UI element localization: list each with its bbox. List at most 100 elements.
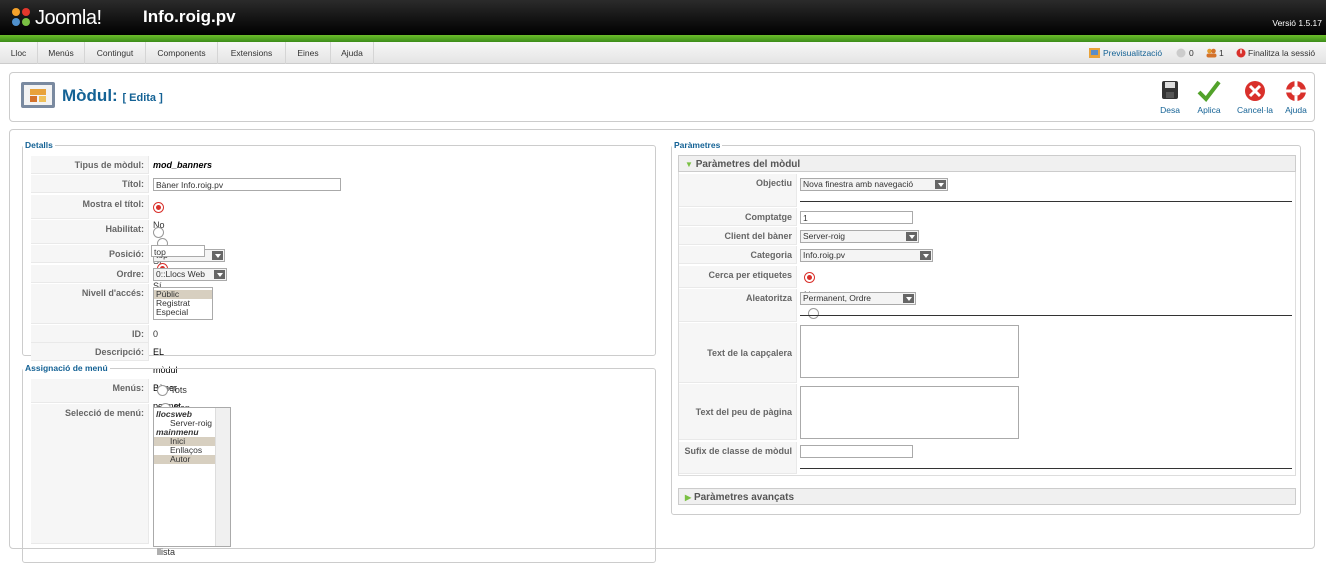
client-label: Client del bàner — [679, 227, 797, 245]
parameters-legend: Paràmetres — [674, 140, 721, 150]
help-lifebuoy-icon — [1286, 81, 1306, 101]
page-subtitle: [ Edita ] — [122, 92, 163, 104]
help-label: Ajuda — [1285, 105, 1307, 115]
target-select-value: Nova finestra amb navegació — [803, 179, 914, 189]
advanced-params-header[interactable]: ▶ Paràmetres avançats — [678, 488, 1296, 505]
menus-all-label: Tots — [170, 385, 187, 395]
random-select[interactable]: Permanent, Ordre — [800, 292, 916, 305]
chevron-down-icon — [935, 180, 946, 189]
header-divider — [0, 35, 1326, 42]
access-listbox[interactable]: Públic Registrat Especial — [153, 287, 213, 320]
page-title-text: Mòdul: — [62, 86, 118, 105]
count-label: Comptatge — [679, 208, 797, 226]
menus-label: Menús: — [31, 379, 149, 403]
chevron-down-icon — [212, 251, 223, 260]
category-label: Categoria — [679, 246, 797, 264]
chevron-down-icon — [903, 294, 914, 303]
chevron-down-icon — [214, 270, 225, 279]
chevron-down-icon — [906, 232, 917, 241]
separator — [800, 468, 1292, 469]
tags-no-radio[interactable] — [804, 272, 815, 284]
footer-text-label: Text del peu de pàgina — [679, 384, 797, 440]
enabled-no-radio[interactable] — [153, 227, 164, 239]
menu-item-contingut[interactable]: Contingut — [85, 42, 146, 64]
count-input[interactable]: 1 — [800, 211, 913, 224]
title-input[interactable]: Bàner Info.roig.pv — [153, 178, 341, 191]
main-content: Detalls Tipus de mòdul: mod_banners Títo… — [9, 129, 1315, 563]
separator — [800, 201, 1292, 202]
messages-icon[interactable] — [1176, 42, 1188, 64]
cancel-button[interactable]: Cancel·la — [1233, 79, 1277, 119]
menu-item-menus[interactable]: Menús — [38, 42, 85, 64]
details-legend: Detalls — [25, 140, 53, 150]
menus-all-radio[interactable] — [157, 385, 168, 397]
messages-count: 0 — [1189, 48, 1194, 58]
menu-assignment-legend: Assignació de menú — [25, 363, 108, 373]
category-select[interactable]: Info.roig.pv — [800, 249, 933, 262]
separator — [800, 315, 1292, 316]
page-title: Mòdul: [ Edita ] — [62, 86, 163, 106]
order-select-value: 0::Llocs Web — [156, 269, 205, 279]
category-select-value: Info.roig.pv — [803, 250, 846, 260]
title-label: Títol: — [31, 175, 149, 193]
menu-selection-label: Selecció de menú: — [31, 404, 149, 544]
version-label: Versió 1.5.17 — [1272, 18, 1322, 28]
module-icon — [21, 82, 55, 108]
menu-group-label: mainmenu — [156, 427, 199, 437]
cancel-icon — [1245, 81, 1265, 101]
order-select[interactable]: 0::Llocs Web — [153, 268, 227, 281]
menu-selection-listbox[interactable]: llocsweb Server-roig mainmenu Inici Enll… — [153, 407, 231, 547]
site-name: Info.roig.pv — [143, 7, 236, 26]
order-label: Ordre: — [31, 265, 149, 283]
tags-label: Cerca per etiquetes — [679, 266, 797, 288]
help-button[interactable]: Ajuda — [1276, 79, 1316, 119]
suffix-input[interactable] — [800, 445, 913, 458]
random-select-value: Permanent, Ordre — [803, 293, 872, 303]
menu-item-components[interactable]: Components — [146, 42, 218, 64]
details-fieldset: Detalls Tipus de mòdul: mod_banners Títo… — [22, 140, 656, 537]
position-label: Posició: — [31, 245, 149, 263]
menu-item-lloc[interactable]: Lloc — [0, 42, 38, 64]
module-params-header[interactable]: ▼ Paràmetres del mòdul — [678, 155, 1296, 172]
apply-label: Aplica — [1197, 105, 1221, 115]
position-input[interactable]: top — [151, 245, 205, 257]
expand-arrow-icon: ▼ — [685, 160, 693, 169]
toolbar: Mòdul: [ Edita ] Desa Aplica Cancel·la A… — [9, 72, 1315, 122]
menu-item-ajuda[interactable]: Ajuda — [331, 42, 374, 64]
logout-icon[interactable] — [1236, 42, 1248, 64]
main-menu-bar: Lloc Menús Contingut Components Extensio… — [0, 42, 1326, 64]
menu-item-option[interactable]: Autor — [154, 455, 216, 464]
module-type-value: mod_banners — [153, 160, 213, 170]
parameters-fieldset: Paràmetres ▼ Paràmetres del mòdul Object… — [671, 140, 1301, 515]
suffix-label: Sufix de classe de mòdul — [679, 442, 797, 474]
collapsed-arrow-icon: ▶ — [685, 493, 692, 502]
header-text-textarea[interactable] — [800, 325, 1019, 378]
module-params-title: Paràmetres del mòdul — [695, 159, 801, 170]
target-select[interactable]: Nova finestra amb navegació — [800, 178, 948, 191]
save-icon — [1162, 81, 1178, 99]
tags-yes-radio[interactable] — [808, 308, 819, 320]
enabled-label: Habilitat: — [31, 220, 149, 244]
chevron-down-icon — [920, 251, 931, 260]
show-title-label: Mostra el títol: — [31, 195, 149, 219]
preview-icon[interactable] — [1089, 42, 1101, 64]
random-label: Aleatoritza — [679, 289, 797, 322]
save-label: Desa — [1160, 105, 1180, 115]
apply-check-icon — [1197, 80, 1221, 103]
preview-link[interactable]: Previsualització — [1103, 42, 1162, 64]
logout-link[interactable]: Finalitza la sessió — [1248, 42, 1315, 64]
advanced-params-title: Paràmetres avançats — [693, 492, 795, 503]
header-text-label: Text de la capçalera — [679, 323, 797, 383]
client-select[interactable]: Server-roig — [800, 230, 919, 243]
listbox-scrollbar[interactable] — [215, 408, 230, 546]
menu-item-extensions[interactable]: Extensions — [218, 42, 286, 64]
apply-button[interactable]: Aplica — [1189, 79, 1229, 119]
users-count: 1 — [1219, 48, 1224, 58]
menu-item-eines[interactable]: Eines — [286, 42, 331, 64]
show-title-no-radio[interactable] — [153, 202, 164, 214]
footer-text-textarea[interactable] — [800, 386, 1019, 439]
save-button[interactable]: Desa — [1150, 79, 1190, 119]
module-type-label: Tipus de mòdul: — [31, 156, 149, 174]
access-option[interactable]: Especial — [154, 308, 212, 317]
logo-text: Joomla! — [35, 7, 102, 29]
